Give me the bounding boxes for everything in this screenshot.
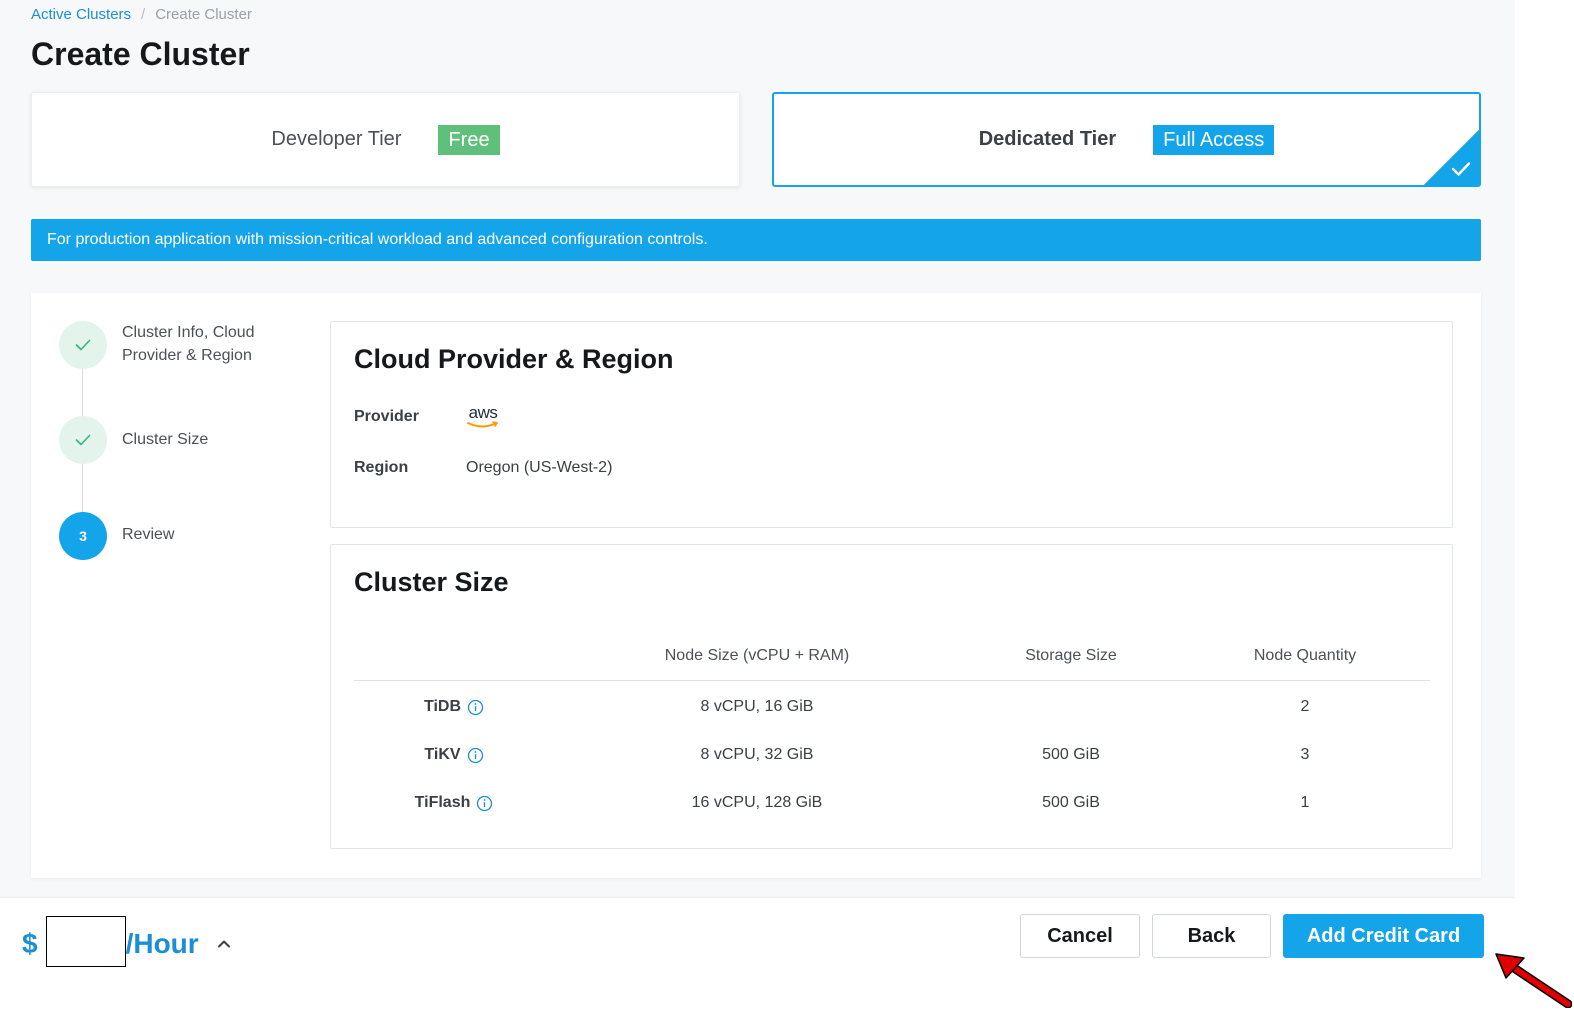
component-cell: TiKV: [354, 746, 554, 764]
table-row: TiKV 8 vCPU, 32 GiB 500 GiB 3: [354, 732, 1430, 780]
table-row: TiDB 8 vCPU, 16 GiB 2: [354, 684, 1430, 732]
price-currency-symbol: $: [22, 927, 38, 959]
component-cell: TiDB: [354, 698, 554, 716]
section-title: Cloud Provider & Region: [354, 344, 674, 374]
tier-name: Developer Tier: [271, 128, 402, 150]
aws-smile-icon: [467, 421, 499, 428]
page-title: Create Cluster: [31, 36, 250, 72]
node-quantity-cell: 1: [1300, 794, 1310, 811]
step-cluster-size[interactable]: Cluster Size: [59, 416, 208, 464]
info-icon[interactable]: [467, 747, 484, 764]
node-quantity-cell: 2: [1300, 698, 1310, 715]
node-size-cell: 8 vCPU, 16 GiB: [700, 698, 814, 715]
provider-label: Provider: [354, 408, 419, 425]
node-size-cell: 16 vCPU, 128 GiB: [691, 794, 823, 811]
tier-card-developer[interactable]: Developer Tier Free: [31, 92, 740, 187]
step-label: Cluster Info, Cloud Provider & Region: [122, 324, 255, 364]
table-row: TiFlash 16 vCPU, 128 GiB 500 GiB 1: [354, 780, 1430, 828]
banner-text: For production application with mission-…: [47, 231, 708, 248]
aws-logo-icon: aws: [466, 404, 500, 429]
component-name: TiDB: [423, 698, 462, 715]
redacted-price-value: [45, 916, 126, 967]
storage-size-cell: 500 GiB: [1042, 746, 1100, 763]
node-quantity-cell: 3: [1300, 746, 1310, 763]
component-cell: TiFlash: [354, 794, 554, 812]
step-status-done: [59, 416, 107, 464]
cloud-provider-section: Cloud Provider & Region Provider aws Reg…: [330, 321, 1453, 528]
stepper-connector: [82, 369, 83, 416]
step-label: Cluster Size: [122, 431, 209, 448]
step-review: 3 Review: [59, 512, 174, 560]
chevron-up-icon[interactable]: [217, 939, 231, 948]
cluster-size-table: Node Size (vCPU + RAM) Storage Size Node…: [354, 638, 1430, 828]
column-header-node-size: Node Size (vCPU + RAM): [664, 647, 850, 664]
region-value: Oregon (US-West-2): [466, 459, 613, 476]
info-icon[interactable]: [476, 795, 493, 812]
step-label: Review: [122, 526, 175, 543]
price-unit: /Hour: [125, 927, 199, 959]
table-header: Node Size (vCPU + RAM) Storage Size Node…: [354, 638, 1430, 681]
breadcrumb-current: Create Cluster: [155, 6, 252, 23]
hourly-price: $ /Hour: [22, 916, 231, 969]
section-title: Cluster Size: [354, 567, 509, 597]
back-button[interactable]: Back: [1152, 914, 1271, 958]
aws-logo-text: aws: [468, 403, 498, 422]
breadcrumb-active-clusters-link[interactable]: Active Clusters: [31, 6, 131, 23]
region-label: Region: [354, 459, 409, 476]
stepper-connector: [82, 464, 83, 512]
footer-bar: $ /Hour Cancel Back Add Credit Card: [0, 897, 1515, 1011]
review-panel: Cluster Info, Cloud Provider & Region Cl…: [31, 293, 1481, 878]
tier-card-dedicated[interactable]: Dedicated Tier Full Access: [772, 92, 1481, 187]
add-credit-card-button[interactable]: Add Credit Card: [1283, 914, 1484, 958]
checkmark-icon: [1451, 162, 1471, 176]
tier-name: Dedicated Tier: [978, 128, 1117, 150]
step-cluster-info[interactable]: Cluster Info, Cloud Provider & Region: [59, 321, 282, 369]
selected-corner-marker: [1424, 130, 1479, 185]
node-size-cell: 8 vCPU, 32 GiB: [700, 746, 814, 763]
tier-badge-full-access: Full Access: [1153, 124, 1275, 155]
breadcrumb-separator: /: [141, 6, 146, 23]
tier-badge-free: Free: [438, 124, 500, 155]
info-icon[interactable]: [467, 699, 484, 716]
cluster-size-section: Cluster Size Node Size (vCPU + RAM) Stor…: [330, 544, 1453, 849]
check-icon: [75, 434, 91, 446]
annotation-arrow-icon: [1495, 953, 1572, 1008]
breadcrumb: Active Clusters / Create Cluster: [31, 6, 252, 23]
cancel-button[interactable]: Cancel: [1020, 914, 1140, 958]
check-icon: [75, 339, 91, 351]
column-header-storage-size: Storage Size: [1025, 647, 1117, 664]
component-name: TiFlash: [414, 794, 471, 811]
column-header-node-quantity: Node Quantity: [1253, 647, 1357, 664]
component-name: TiKV: [424, 746, 461, 763]
step-status-done: [59, 321, 107, 369]
storage-size-cell: 500 GiB: [1042, 794, 1100, 811]
step-number-badge: 3: [59, 512, 107, 560]
tier-description-banner: For production application with mission-…: [31, 219, 1481, 261]
